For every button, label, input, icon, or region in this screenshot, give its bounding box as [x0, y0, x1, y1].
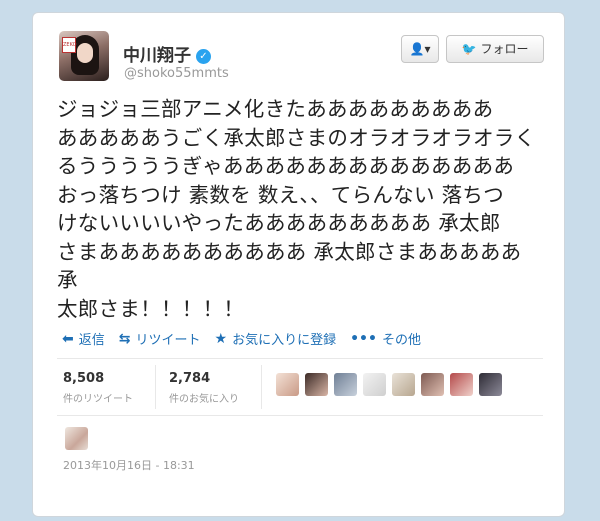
- favorite-stat[interactable]: 2,784 件のお気に入り: [169, 371, 239, 405]
- more-label: その他: [381, 333, 421, 348]
- favoriter-avatar[interactable]: [305, 373, 328, 396]
- retweet-action[interactable]: ⇆ リツイート: [118, 329, 201, 349]
- avatar-face: [77, 43, 93, 63]
- retweet-count: 8,508: [63, 371, 105, 386]
- user-icon: 👤: [409, 42, 425, 56]
- divider-bottom: [57, 415, 543, 416]
- stat-separator: [155, 365, 156, 409]
- reply-action[interactable]: ⬅ 返信: [62, 329, 105, 349]
- favoriter-avatar[interactable]: [363, 373, 386, 396]
- tweet-actions: ⬅ 返信 ⇆ リツイート ★ お気に入りに登録 ••• その他: [62, 329, 421, 349]
- profile-name[interactable]: 中川翔子: [123, 46, 191, 66]
- tweet-line: ジョジョ三部アニメ化きたあああああああああ: [57, 97, 494, 121]
- reply-label: 返信: [78, 333, 105, 348]
- bird-icon: 🐦: [461, 42, 477, 56]
- follow-button[interactable]: 🐦 フォロー: [446, 35, 544, 63]
- favoriter-avatar[interactable]: [479, 373, 502, 396]
- favoriter-avatar[interactable]: [450, 373, 473, 396]
- favorite-action[interactable]: ★ お気に入りに登録: [214, 329, 337, 349]
- reply-icon: ⬅: [62, 330, 74, 347]
- divider-top: [57, 358, 543, 359]
- favoriter-avatar[interactable]: [334, 373, 357, 396]
- stat-separator: [261, 365, 262, 409]
- favorite-label: お気に入りに登録: [232, 333, 337, 348]
- verified-badge-icon: ✓: [196, 49, 211, 64]
- profile-avatar[interactable]: ZEKO: [59, 31, 109, 81]
- user-actions-button[interactable]: 👤▾: [401, 35, 439, 63]
- tweet-line: 太郎さま！！！！！: [57, 296, 245, 321]
- favorite-count: 2,784: [169, 371, 211, 386]
- more-action[interactable]: ••• その他: [350, 329, 421, 349]
- follow-label: フォロー: [480, 42, 529, 56]
- star-icon: ★: [214, 330, 228, 347]
- tweet-line: おっ落ちつけ 素数を 数え、、てらんない 落ちつ: [57, 182, 504, 207]
- retweet-count-label: 件のリツイート: [63, 394, 133, 405]
- favoriter-avatar[interactable]: [276, 373, 299, 396]
- favoriter-avatar[interactable]: [421, 373, 444, 396]
- tweet-line: さまああああああああああ 承太郎さまあああああ 承: [57, 239, 522, 293]
- tweet-card: ZEKO 中川翔子 ✓ @shoko55mmts 👤▾ 🐦 フォロー ジョジョ三部ア…: [32, 12, 565, 517]
- tweet-line: るうううううぎゃああああああああああああああ: [57, 154, 515, 178]
- profile-name-row[interactable]: 中川翔子 ✓: [123, 41, 211, 66]
- tweet-line: けないいいいやったあああああああああ 承太郎: [57, 211, 501, 235]
- favoriter-avatar[interactable]: [65, 427, 88, 450]
- chevron-down-icon: ▾: [424, 42, 431, 56]
- tweet-line: あああああうごく承太郎さまのオラオラオラオラく: [57, 125, 536, 150]
- more-icon: •••: [350, 330, 377, 347]
- favoriter-avatar[interactable]: [392, 373, 415, 396]
- retweet-label: リツイート: [135, 333, 201, 348]
- retweet-icon: ⇆: [118, 330, 131, 347]
- tweet-text: ジョジョ三部アニメ化きたあああああああああ あああああうごく承太郎さまのオラオラ…: [57, 95, 547, 323]
- tweet-timestamp[interactable]: 2013年10月16日 - 18:31: [63, 457, 195, 473]
- avatar-sign: ZEKO: [62, 37, 77, 53]
- favorite-count-label: 件のお気に入り: [169, 394, 239, 405]
- retweet-stat[interactable]: 8,508 件のリツイート: [63, 371, 133, 405]
- profile-handle[interactable]: @shoko55mmts: [124, 66, 229, 81]
